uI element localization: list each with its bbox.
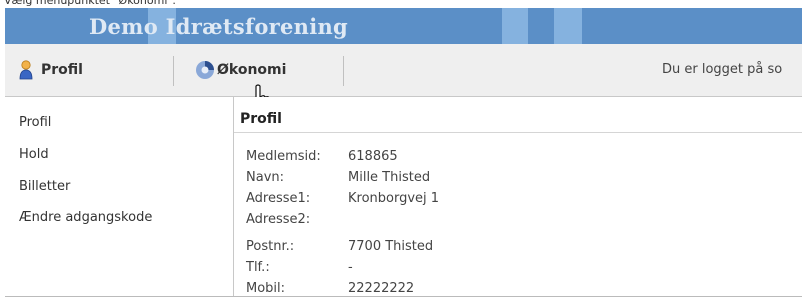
header-decor-block [502, 8, 528, 44]
profile-row-medlemsid: Medlemsid: 618865 [246, 149, 398, 164]
field-label: Tlf.: [246, 260, 270, 275]
profile-title: Profil [240, 111, 282, 127]
swirl-icon [196, 61, 214, 79]
sidebar-item-billetter[interactable]: Billetter [19, 179, 70, 194]
login-status: Du er logget på so [662, 62, 783, 77]
site-header: Demo Idrætsforening [5, 8, 802, 44]
divider [234, 132, 802, 133]
field-value: Mille Thisted [348, 170, 431, 185]
field-value: 7700 Thisted [348, 239, 434, 254]
field-value: 22222222 [348, 281, 415, 296]
profile-row-adresse1: Adresse1: Kronborgvej 1 [246, 191, 439, 206]
profile-row-adresse2: Adresse2: [246, 212, 348, 227]
profile-row-tlf: Tlf.: - [246, 260, 353, 275]
profile-row-postnr: Postnr.: 7700 Thisted [246, 239, 433, 254]
field-label: Medlemsid: [246, 149, 321, 164]
field-label: Postnr.: [246, 239, 295, 254]
field-label: Navn: [246, 170, 285, 185]
menu-item-label: Profil [41, 62, 83, 78]
menu-item-profil[interactable]: Profil [19, 44, 83, 96]
field-value: 618865 [348, 149, 398, 164]
sidebar: Profil Hold Billetter Ændre adgangskode [5, 97, 234, 297]
profile-row-mobil: Mobil: 22222222 [246, 281, 414, 296]
menu-divider [343, 56, 344, 86]
top-menu: Profil Økonomi Du er logget på so [5, 44, 802, 97]
field-label: Adresse2: [246, 212, 311, 227]
menu-item-label: Økonomi [217, 62, 287, 78]
sidebar-item-profil[interactable]: Profil [19, 115, 51, 130]
user-icon [19, 60, 33, 80]
profile-panel: Profil Medlemsid: 618865 Navn: Mille Thist… [234, 97, 802, 297]
sidebar-item-aendre-adgangskode[interactable]: Ændre adgangskode [19, 210, 152, 225]
field-value: Kronborgvej 1 [348, 191, 440, 206]
site-title: Demo Idrætsforening [89, 14, 349, 39]
menu-divider [173, 56, 174, 86]
caption-text: Vælg menupunktet "Økonomi". [4, 0, 176, 7]
field-label: Adresse1: [246, 191, 311, 206]
field-label: Mobil: [246, 281, 286, 296]
sidebar-item-hold[interactable]: Hold [19, 147, 49, 162]
field-value: - [348, 260, 353, 275]
header-decor-block [554, 8, 582, 44]
profile-row-navn: Navn: Mille Thisted [246, 170, 430, 185]
